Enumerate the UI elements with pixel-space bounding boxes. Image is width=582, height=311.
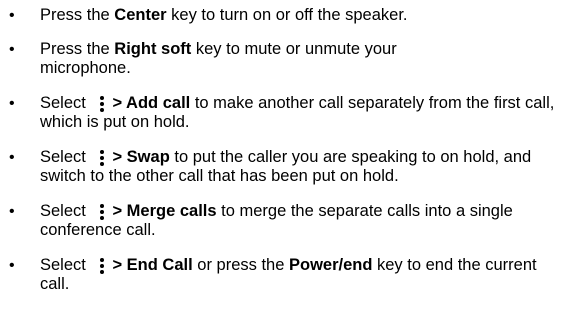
menu-option: > Swap bbox=[112, 148, 170, 166]
bullet: • bbox=[9, 257, 15, 274]
key-name: Right soft bbox=[114, 40, 192, 58]
more-options-icon bbox=[99, 148, 105, 167]
list-item-text: Select > End Call or press the Power/end… bbox=[40, 256, 537, 293]
list-item-text: Press the Right soft key to mute or unmu… bbox=[40, 40, 397, 77]
menu-option: > Merge calls bbox=[112, 202, 217, 220]
list-item-text: Press the Center key to turn on or off t… bbox=[40, 6, 408, 24]
menu-option: > Add call bbox=[112, 94, 191, 112]
list-item-text: Select > Swap to put the caller you are … bbox=[40, 148, 532, 185]
bullet: • bbox=[9, 7, 15, 24]
bullet: • bbox=[9, 95, 15, 112]
bullet: • bbox=[9, 41, 15, 58]
key-name: Center bbox=[114, 6, 167, 24]
more-options-icon bbox=[99, 256, 105, 275]
bullet: • bbox=[9, 203, 15, 220]
bullet: • bbox=[9, 149, 15, 166]
key-name: Power/end bbox=[288, 256, 373, 274]
list-item-text: Select > Add call to make another call s… bbox=[40, 94, 555, 131]
more-options-icon bbox=[99, 94, 105, 113]
document-page: • Press the Center key to turn on or off… bbox=[0, 0, 582, 311]
more-options-icon bbox=[99, 202, 105, 221]
list-item-text: Select > Merge calls to merge the separa… bbox=[40, 202, 513, 239]
menu-option: > End Call bbox=[112, 256, 193, 274]
